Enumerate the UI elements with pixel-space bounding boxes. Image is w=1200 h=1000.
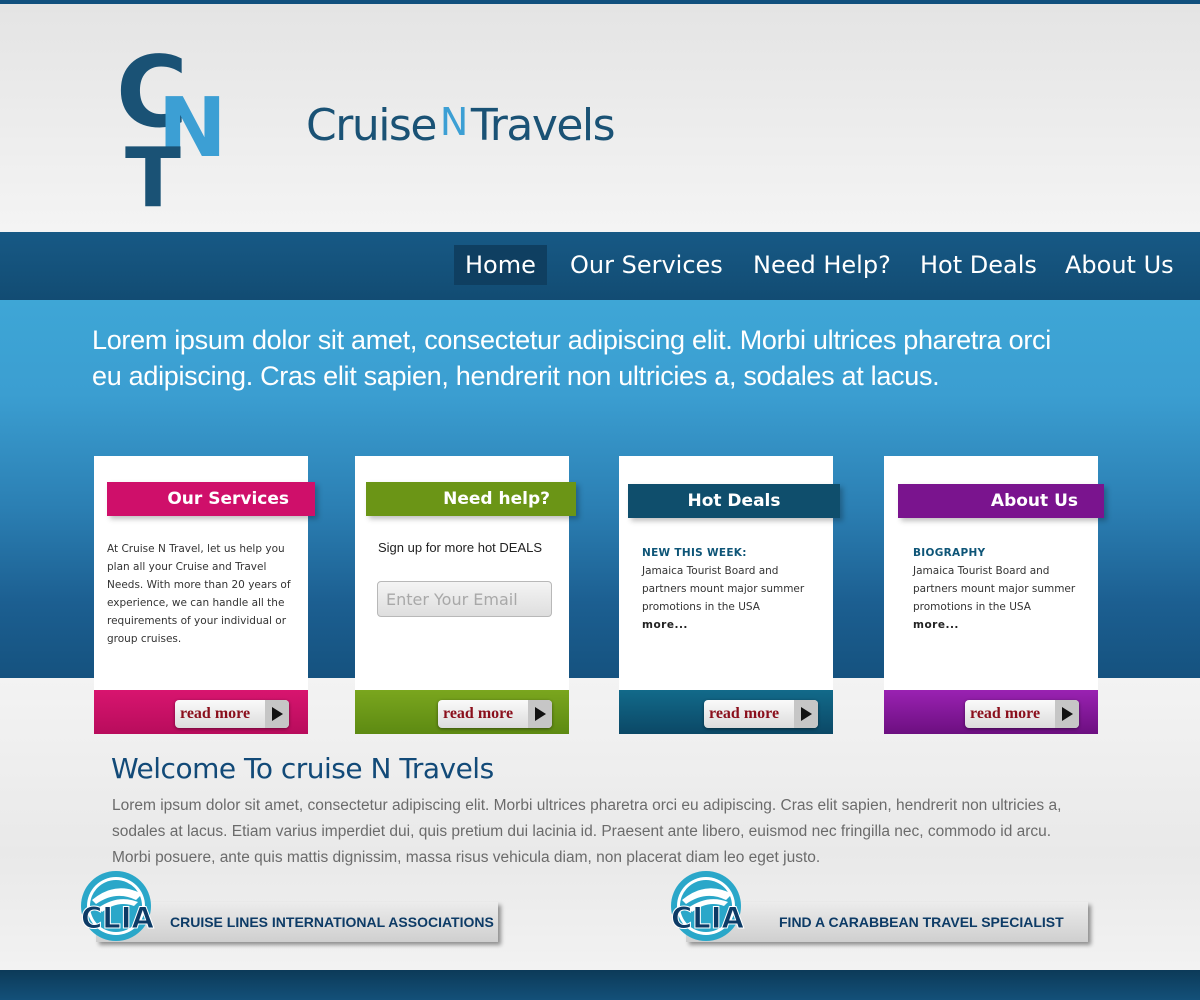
play-arrow-icon <box>1055 700 1079 728</box>
read-more-button[interactable]: read more <box>965 700 1079 728</box>
site-name-n: N <box>439 100 468 144</box>
read-more-button[interactable]: read more <box>175 700 289 728</box>
card-hot-deals-heading: NEW THIS WEEK: <box>642 547 747 559</box>
nav-hot-deals[interactable]: Hot Deals <box>920 245 1037 285</box>
read-more-label: read more <box>709 705 780 722</box>
clia-specialist-label: FIND A CARABBEAN TRAVEL SPECIALIST <box>779 914 1064 930</box>
cnt-logo-icon[interactable]: C N T <box>118 38 233 208</box>
card-about-us-text: Jamaica Tourist Board and partners mount… <box>913 565 1076 613</box>
read-more-button[interactable]: read more <box>704 700 818 728</box>
card-about-us: About Us BIOGRAPHY Jamaica Tourist Board… <box>884 456 1104 690</box>
more-link[interactable]: more... <box>642 616 822 634</box>
card-need-help: Need help? Sign up for more hot DEALS <box>355 456 576 690</box>
card-need-help-footer: read more <box>355 690 569 734</box>
card-about-us-content: BIOGRAPHY Jamaica Tourist Board and part… <box>913 544 1089 634</box>
footer-bar <box>0 970 1200 1000</box>
read-more-label: read more <box>970 705 1041 722</box>
nav-home[interactable]: Home <box>454 245 547 285</box>
nav-about-us[interactable]: About Us <box>1065 245 1174 285</box>
card-hot-deals-content: NEW THIS WEEK: Jamaica Tourist Board and… <box>642 544 822 634</box>
card-our-services-text: At Cruise N Travel, let us help you plan… <box>107 543 291 645</box>
card-about-us-heading: BIOGRAPHY <box>913 547 986 559</box>
welcome-text: Lorem ipsum dolor sit amet, consectetur … <box>112 797 1062 866</box>
card-about-us-footer: read more <box>884 690 1098 734</box>
site-name-part1: Cruise <box>306 100 437 151</box>
card-hot-deals-footer: read more <box>619 690 833 734</box>
play-arrow-icon <box>794 700 818 728</box>
clia-logo-icon: CLIA <box>671 871 745 941</box>
nav-our-services[interactable]: Our Services <box>570 245 723 285</box>
welcome-title: Welcome To cruise N Travels <box>111 752 494 785</box>
read-more-label: read more <box>443 705 514 722</box>
card-our-services-title: Our Services <box>107 482 315 516</box>
card-hot-deals-text: Jamaica Tourist Board and partners mount… <box>642 565 805 613</box>
clia-logo-text: CLIA <box>81 901 155 935</box>
card-our-services-footer: read more <box>94 690 308 734</box>
clia-logo-text: CLIA <box>671 901 745 935</box>
card-our-services: Our Services At Cruise N Travel, let us … <box>94 456 315 690</box>
site-name[interactable]: Cruise NTravels <box>306 100 616 151</box>
card-hot-deals: Hot Deals NEW THIS WEEK: Jamaica Tourist… <box>619 456 840 690</box>
main-navigation: Home Our Services Need Help? Hot Deals A… <box>0 232 1200 300</box>
site-name-part2: Travels <box>470 100 616 151</box>
read-more-button[interactable]: read more <box>438 700 552 728</box>
read-more-label: read more <box>180 705 251 722</box>
header: C N T Cruise NTravels <box>0 4 1200 232</box>
hero-text: Lorem ipsum dolor sit amet, consectetur … <box>92 325 1051 391</box>
clia-association-label: CRUISE LINES INTERNATIONAL ASSOCIATIONS <box>170 914 494 930</box>
card-need-help-title: Need help? <box>366 482 576 516</box>
clia-specialist-banner[interactable]: FIND A CARABBEAN TRAVEL SPECIALIST CLIA <box>668 870 1108 950</box>
play-arrow-icon <box>528 700 552 728</box>
email-input[interactable] <box>377 581 552 617</box>
nav-need-help[interactable]: Need Help? <box>753 245 891 285</box>
signup-label: Sign up for more hot DEALS <box>378 540 543 555</box>
card-about-us-title: About Us <box>898 484 1104 518</box>
clia-association-banner[interactable]: CRUISE LINES INTERNATIONAL ASSOCIATIONS … <box>78 870 518 950</box>
play-arrow-icon <box>265 700 289 728</box>
clia-logo-icon: CLIA <box>81 871 155 941</box>
more-link[interactable]: more... <box>913 616 1089 634</box>
svg-text:T: T <box>125 131 181 208</box>
card-hot-deals-title: Hot Deals <box>628 484 840 518</box>
